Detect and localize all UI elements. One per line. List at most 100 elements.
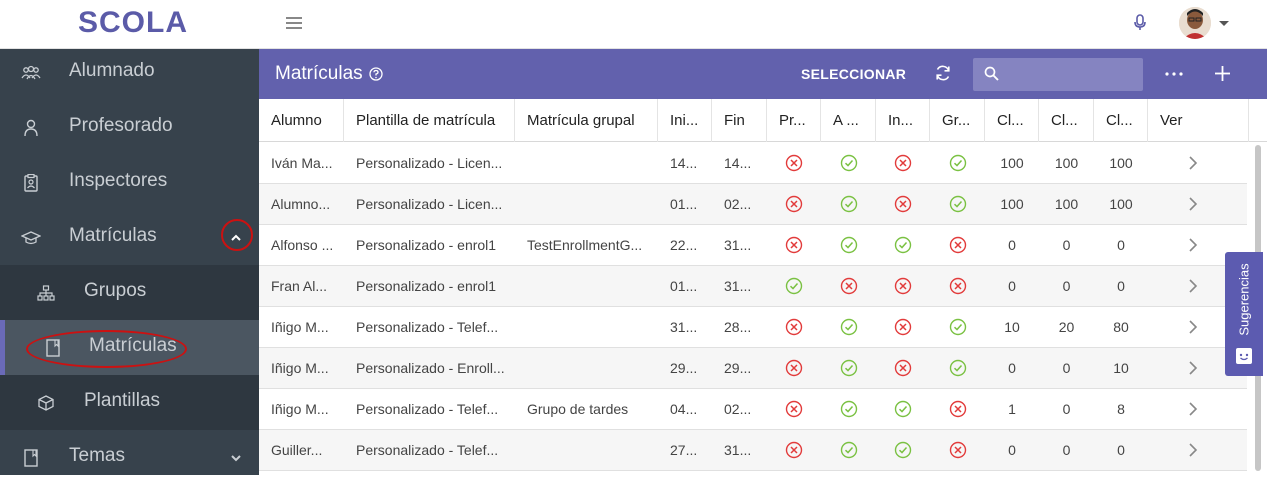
check-circle-icon bbox=[930, 307, 985, 347]
cell-ini: 04... bbox=[670, 401, 698, 417]
sidebar-item-alumnado[interactable]: Alumnado bbox=[0, 45, 259, 100]
graduation-cap-icon bbox=[20, 227, 42, 249]
cell-plantilla: Personalizado - enrol1 bbox=[356, 237, 497, 253]
column-header[interactable]: Cl... bbox=[985, 99, 1039, 142]
table-row[interactable]: Iván Ma... Personalizado - Licen... 14... 1… bbox=[259, 143, 1247, 184]
sidebar-item-label: Alumnado bbox=[69, 60, 155, 81]
book-icon bbox=[20, 447, 42, 469]
microphone-icon[interactable] bbox=[1133, 14, 1147, 32]
hierarchy-icon bbox=[35, 282, 57, 304]
table-row[interactable]: Alumno... Personalizado - Licen... 01... 02… bbox=[259, 184, 1247, 225]
hamburger-menu-icon[interactable] bbox=[286, 17, 302, 30]
x-circle-icon bbox=[821, 266, 876, 306]
person-icon bbox=[20, 117, 42, 139]
user-menu-caret-icon[interactable] bbox=[1219, 21, 1229, 26]
cell-ini: 27... bbox=[670, 442, 698, 458]
view-chevron-icon[interactable] bbox=[1148, 430, 1238, 470]
user-avatar[interactable] bbox=[1179, 7, 1211, 39]
cell-c1: 10 bbox=[1004, 319, 1020, 335]
add-icon[interactable] bbox=[1214, 65, 1231, 82]
view-chevron-icon[interactable] bbox=[1148, 143, 1238, 183]
cell-alumno: Iñigo M... bbox=[271, 401, 329, 417]
check-circle-icon bbox=[930, 348, 985, 388]
x-circle-icon bbox=[876, 184, 930, 224]
more-options-icon[interactable] bbox=[1165, 72, 1183, 76]
cell-c3: 0 bbox=[1117, 237, 1125, 253]
view-chevron-icon[interactable] bbox=[1148, 184, 1238, 224]
sidebar-item-temas[interactable]: Temas bbox=[0, 430, 259, 485]
sidebar: Alumnado Profesorado Inspectores Matrícu… bbox=[0, 49, 259, 475]
table-row[interactable]: Guiller... Personalizado - Telef... 27... 3… bbox=[259, 430, 1247, 471]
table-row[interactable]: Iñigo M... Personalizado - Telef... 31... 2… bbox=[259, 307, 1247, 348]
feedback-tab[interactable]: Sugerencias bbox=[1225, 252, 1263, 376]
cell-grupal bbox=[515, 143, 658, 183]
cell-c1: 1 bbox=[1008, 401, 1016, 417]
content-header: Matrículas SELECCIONAR bbox=[259, 49, 1267, 99]
select-button[interactable]: SELECCIONAR bbox=[801, 66, 906, 82]
cell-c3: 0 bbox=[1117, 442, 1125, 458]
column-header[interactable]: A ... bbox=[821, 99, 876, 142]
refresh-icon[interactable] bbox=[934, 64, 952, 82]
check-circle-icon bbox=[876, 389, 930, 429]
cell-alumno: Guiller... bbox=[271, 442, 323, 458]
active-indicator bbox=[0, 320, 5, 375]
sidebar-item-matriculas[interactable]: Matrículas bbox=[0, 210, 259, 265]
cell-c3: 100 bbox=[1109, 196, 1133, 212]
column-header[interactable]: Matrícula grupal bbox=[515, 99, 658, 142]
search-input[interactable] bbox=[1005, 64, 1135, 84]
cell-c1: 0 bbox=[1008, 360, 1016, 376]
sidebar-item-inspectores[interactable]: Inspectores bbox=[0, 155, 259, 210]
cell-c3: 0 bbox=[1117, 278, 1125, 294]
cell-ini: 31... bbox=[670, 319, 698, 335]
annotation-circle bbox=[221, 219, 253, 251]
check-circle-icon bbox=[876, 225, 930, 265]
cell-ini: 29... bbox=[670, 360, 698, 376]
cell-plantilla: Personalizado - Enroll... bbox=[356, 360, 505, 376]
help-icon[interactable] bbox=[369, 67, 383, 81]
chevron-down-icon[interactable] bbox=[226, 448, 246, 468]
x-circle-icon bbox=[767, 143, 821, 183]
sidebar-item-label: Grupos bbox=[84, 280, 147, 301]
column-header[interactable]: Ver bbox=[1148, 99, 1249, 142]
table-row[interactable]: Fran Al... Personalizado - enrol1 01... 31.… bbox=[259, 266, 1247, 307]
cell-grupal bbox=[515, 184, 658, 224]
column-header[interactable]: Alumno bbox=[259, 99, 344, 142]
sidebar-item-label: Inspectores bbox=[69, 170, 168, 191]
cell-grupal bbox=[515, 430, 658, 470]
cell-c1: 100 bbox=[1000, 196, 1024, 212]
cell-fin: 02... bbox=[724, 196, 752, 212]
column-header[interactable]: Pr... bbox=[767, 99, 821, 142]
cell-alumno: Alfonso ... bbox=[271, 237, 334, 253]
view-chevron-icon[interactable] bbox=[1148, 389, 1238, 429]
cell-c1: 0 bbox=[1008, 278, 1016, 294]
cell-fin: 02... bbox=[724, 401, 752, 417]
search-box[interactable] bbox=[973, 58, 1143, 91]
cell-ini: 22... bbox=[670, 237, 698, 253]
cell-c2: 0 bbox=[1062, 237, 1071, 253]
sidebar-item-grupos[interactable]: Grupos bbox=[0, 265, 259, 320]
app-logo[interactable]: SCOLA bbox=[78, 6, 188, 40]
column-header[interactable]: In... bbox=[876, 99, 930, 142]
column-header[interactable]: Cl... bbox=[1094, 99, 1148, 142]
cell-plantilla: Personalizado - Telef... bbox=[356, 442, 499, 458]
cell-fin: 14... bbox=[724, 155, 752, 171]
column-header[interactable]: Plantilla de matrícula bbox=[344, 99, 515, 142]
feedback-label: Sugerencias bbox=[1236, 263, 1252, 336]
column-header[interactable]: Ini... bbox=[658, 99, 712, 142]
table-row[interactable]: Iñigo M... Personalizado - Enroll... 29...… bbox=[259, 348, 1247, 389]
sidebar-item-profesorado[interactable]: Profesorado bbox=[0, 100, 259, 155]
column-header[interactable]: Cl... bbox=[1039, 99, 1094, 142]
cell-alumno: Iván Ma... bbox=[271, 155, 333, 171]
cell-c3: 8 bbox=[1117, 401, 1125, 417]
students-icon bbox=[20, 62, 42, 84]
table-row[interactable]: Alfonso ... Personalizado - enrol1 TestEnr… bbox=[259, 225, 1247, 266]
column-header[interactable]: Gr... bbox=[930, 99, 985, 142]
cell-c2: 0 bbox=[1062, 442, 1071, 458]
cell-grupal: TestEnrollmentG... bbox=[527, 237, 643, 253]
table-row[interactable]: Iñigo M... Personalizado - Telef... Grupo … bbox=[259, 389, 1247, 430]
sidebar-item-label: Plantillas bbox=[84, 390, 161, 411]
x-circle-icon bbox=[930, 266, 985, 306]
sidebar-item-plantillas[interactable]: Plantillas bbox=[0, 375, 259, 430]
annotation-ellipse bbox=[26, 330, 187, 368]
column-header[interactable]: Fin bbox=[712, 99, 767, 142]
